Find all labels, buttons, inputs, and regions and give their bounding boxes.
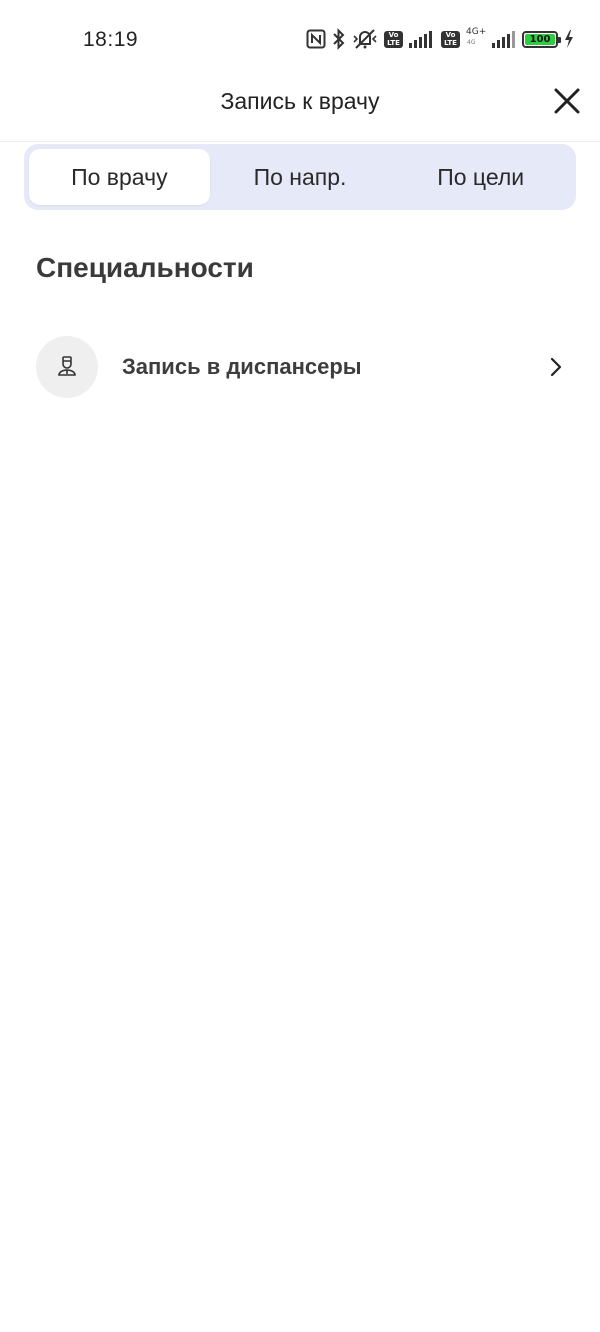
battery-icon: 100 [522, 30, 561, 48]
status-bar: 18:19 Vo LTE Vo LTE 4G+ 4G 100 [0, 0, 600, 78]
volte-bottom-text-2: LTE [444, 39, 457, 47]
volte-bottom-text: LTE [387, 39, 400, 47]
segmented-tabs: По врачу По напр. По цели [24, 144, 576, 210]
network-type-label: 4G+ 4G [466, 27, 486, 51]
network-sub: 4G [467, 39, 476, 46]
item-label: Запись в диспансеры [122, 354, 362, 379]
status-time: 18:19 [83, 28, 139, 51]
volte-top-text: Vo [388, 31, 399, 39]
status-icons: Vo LTE Vo LTE 4G+ 4G 100 [306, 26, 574, 52]
volte-icon-2: Vo LTE [441, 30, 460, 48]
tab-by-referral[interactable]: По напр. [210, 149, 391, 205]
charging-icon [565, 30, 573, 48]
header: Запись к врачу [0, 78, 600, 142]
tab-by-doctor[interactable]: По врачу [29, 149, 210, 205]
signal-icon [409, 31, 432, 48]
network-type: 4G+ [466, 27, 487, 37]
close-button[interactable] [550, 84, 584, 118]
battery-level: 100 [525, 33, 555, 45]
volte-top-text-2: Vo [445, 31, 456, 39]
item-icon-circle [36, 336, 98, 398]
tab-by-goal[interactable]: По цели [390, 149, 571, 205]
chevron-right-icon [546, 355, 566, 379]
volte-icon: Vo LTE [384, 30, 403, 48]
list-item-dispensary[interactable]: Запись в диспансеры [36, 336, 566, 398]
close-icon [554, 88, 580, 114]
4g-signal-icon [492, 31, 515, 48]
nfc-icon [306, 29, 326, 49]
screen: 18:19 Vo LTE Vo LTE 4G+ 4G 100 Запись к … [0, 0, 600, 1332]
vibrate-off-icon [353, 29, 377, 49]
section-title: Специальности [36, 252, 254, 283]
doctor-icon [58, 356, 76, 376]
bluetooth-icon [333, 28, 345, 50]
page-title: Запись к врачу [220, 88, 380, 114]
